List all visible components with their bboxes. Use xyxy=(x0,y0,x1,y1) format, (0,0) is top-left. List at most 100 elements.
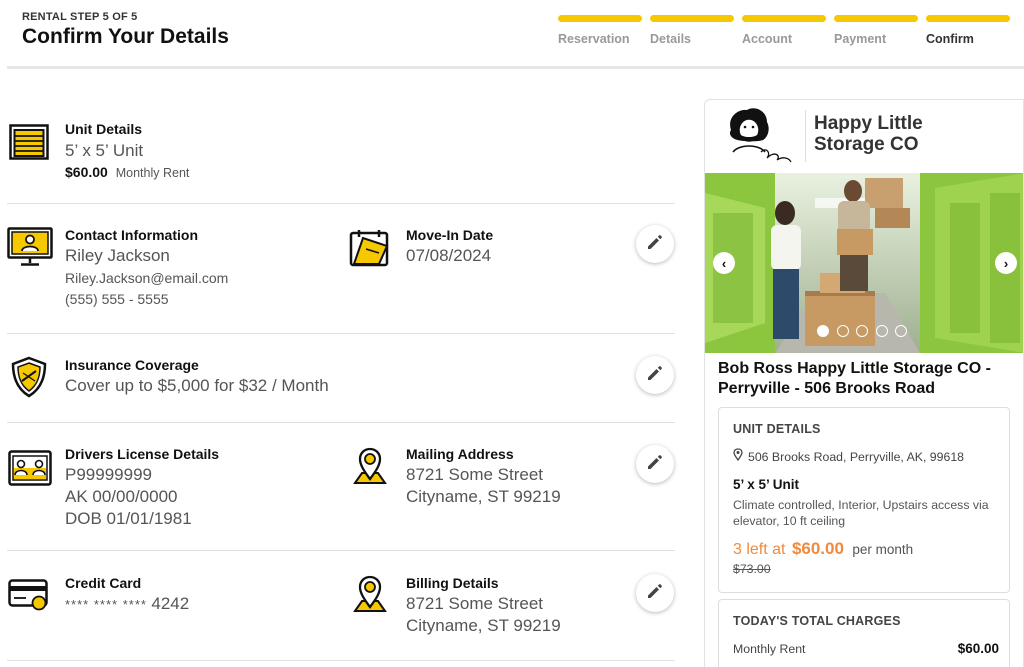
carousel-dot[interactable] xyxy=(836,325,849,337)
carousel-dots xyxy=(817,325,915,337)
unit-price-row: 3 left at $60.00 per month xyxy=(733,539,913,559)
unit-details-title: Unit Details xyxy=(65,121,143,137)
billing-block: Billing Details 8721 Some Street Citynam… xyxy=(406,575,561,637)
id-card-icon xyxy=(8,450,52,494)
brand-line-2: Storage CO xyxy=(814,134,919,155)
map-pin-icon xyxy=(353,447,397,491)
insurance-text: Cover up to $5,000 for $32 / Month xyxy=(65,376,329,395)
progress-label: Reservation xyxy=(558,32,630,46)
progress-step-account[interactable]: Account xyxy=(742,15,826,46)
card-title: Credit Card xyxy=(65,575,142,591)
monitor-person-icon xyxy=(7,227,53,271)
page-header: RENTAL STEP 5 OF 5 Confirm Your Details … xyxy=(0,0,1024,70)
insurance-block: Insurance Coverage Cover up to $5,000 fo… xyxy=(65,357,329,397)
license-block: Drivers License Details P99999999 AK 00/… xyxy=(65,446,219,530)
billing-line1: 8721 Some Street xyxy=(406,594,544,613)
license-section: Drivers License Details P99999999 AK 00/… xyxy=(7,423,675,551)
progress-step-reservation[interactable]: Reservation xyxy=(558,15,642,46)
contact-block: Contact Information Riley Jackson Riley.… xyxy=(65,227,228,310)
units-left: 3 left at xyxy=(733,541,786,558)
card-mask: **** **** **** xyxy=(65,597,147,612)
unit-size: 5’ x 5’ Unit xyxy=(65,141,144,160)
edit-contact-button[interactable] xyxy=(636,225,674,263)
old-price: $73.00 xyxy=(733,562,771,576)
progress-bar xyxy=(558,15,642,22)
mailing-title: Mailing Address xyxy=(406,446,514,462)
shield-icon xyxy=(10,356,54,400)
header-divider xyxy=(7,66,1024,69)
card-last4: 4242 xyxy=(151,594,190,613)
insurance-title: Insurance Coverage xyxy=(65,357,199,373)
billing-title: Billing Details xyxy=(406,575,499,591)
carousel-dot[interactable] xyxy=(875,325,888,337)
unit-price-label: Monthly Rent xyxy=(115,166,190,180)
license-dob: DOB 01/01/1981 xyxy=(65,509,192,528)
unit-price: $60.00 xyxy=(65,164,108,180)
progress-step-confirm: Confirm xyxy=(926,15,1010,46)
carousel-dot[interactable] xyxy=(895,325,907,337)
brand-name: Happy Little Storage CO xyxy=(814,113,923,155)
progress-label: Account xyxy=(742,32,792,46)
total-charges-box: TODAY'S TOTAL CHARGES Monthly Rent $60.0… xyxy=(718,599,1010,667)
charges-title: TODAY'S TOTAL CHARGES xyxy=(733,614,901,628)
pencil-icon xyxy=(646,364,664,387)
progress-bar xyxy=(742,15,826,22)
mailing-line1: 8721 Some Street xyxy=(406,465,544,484)
per-month-label: per month xyxy=(852,542,914,557)
mailing-block: Mailing Address 8721 Some Street Citynam… xyxy=(406,446,561,508)
bob-ross-logo-icon xyxy=(723,106,795,171)
unit-details-block: Unit Details 5’ x 5’ Unit $60.00 Monthly… xyxy=(65,121,189,180)
progress-bar xyxy=(650,15,734,22)
move-in-title: Move-In Date xyxy=(406,227,494,243)
edit-insurance-button[interactable] xyxy=(636,356,674,394)
contact-title: Contact Information xyxy=(65,227,198,243)
progress-bar xyxy=(926,15,1010,22)
progress-label: Confirm xyxy=(926,32,974,46)
license-title: Drivers License Details xyxy=(65,446,220,462)
step-label: RENTAL STEP 5 OF 5 xyxy=(22,11,138,23)
mailing-line2: Cityname, ST 99219 xyxy=(406,487,561,506)
edit-payment-button[interactable] xyxy=(636,574,674,612)
card-block: Credit Card **** **** **** 4242 xyxy=(65,575,189,615)
progress-bar xyxy=(834,15,918,22)
unit-box-title: UNIT DETAILS xyxy=(733,422,821,436)
unit-box-size: 5’ x 5’ Unit xyxy=(733,477,800,492)
location-pin-icon xyxy=(733,448,743,466)
progress-steps: Reservation Details Account Payment Conf… xyxy=(558,15,1010,47)
unit-details-section: Unit Details 5’ x 5’ Unit $60.00 Monthly… xyxy=(7,100,675,204)
progress-step-payment[interactable]: Payment xyxy=(834,15,918,46)
pencil-icon xyxy=(646,233,664,256)
calendar-icon xyxy=(349,228,393,272)
pencil-icon xyxy=(646,453,664,476)
edit-license-button[interactable] xyxy=(636,445,674,483)
carousel-dot[interactable] xyxy=(856,325,868,337)
progress-step-details[interactable]: Details xyxy=(650,15,734,46)
rent-value: $60.00 xyxy=(957,641,999,656)
facility-name: Bob Ross Happy Little Storage CO - Perry… xyxy=(718,360,991,397)
contact-email: Riley.Jackson@email.com xyxy=(65,270,229,286)
move-in-date: 07/08/2024 xyxy=(406,246,492,265)
contact-name: Riley Jackson xyxy=(65,246,170,265)
storage-unit-icon xyxy=(9,124,53,168)
license-state: AK 00/00/0000 xyxy=(65,487,178,506)
unit-features: Climate controlled, Interior, Upstairs a… xyxy=(733,498,989,528)
contact-phone: (555) 555 - 5555 xyxy=(65,291,169,307)
carousel-dot[interactable] xyxy=(817,325,829,337)
license-number: P99999999 xyxy=(65,465,152,484)
logo-divider xyxy=(805,110,806,162)
move-in-block: Move-In Date 07/08/2024 xyxy=(406,227,493,267)
page-title: Confirm Your Details xyxy=(22,25,229,48)
pencil-icon xyxy=(646,582,664,605)
carousel-prev-button[interactable]: ‹ xyxy=(713,252,735,274)
carousel-next-button[interactable]: › xyxy=(995,252,1017,274)
insurance-section: Insurance Coverage Cover up to $5,000 fo… xyxy=(7,334,675,423)
facility-card: Happy Little Storage CO ‹ › Bob Ross Hap… xyxy=(704,99,1024,667)
facility-photo-carousel: ‹ › xyxy=(705,173,1023,353)
billing-line2: Cityname, ST 99219 xyxy=(406,616,561,635)
unit-details-box: UNIT DETAILS 506 Brooks Road, Perryville… xyxy=(718,407,1010,593)
unit-address-row: 506 Brooks Road, Perryville, AK, 99618 xyxy=(733,448,964,466)
unit-box-price: $60.00 xyxy=(791,539,844,558)
progress-label: Payment xyxy=(834,32,887,46)
rent-label: Monthly Rent xyxy=(733,642,806,656)
payment-section: Credit Card **** **** **** 4242 Billing … xyxy=(7,551,675,661)
